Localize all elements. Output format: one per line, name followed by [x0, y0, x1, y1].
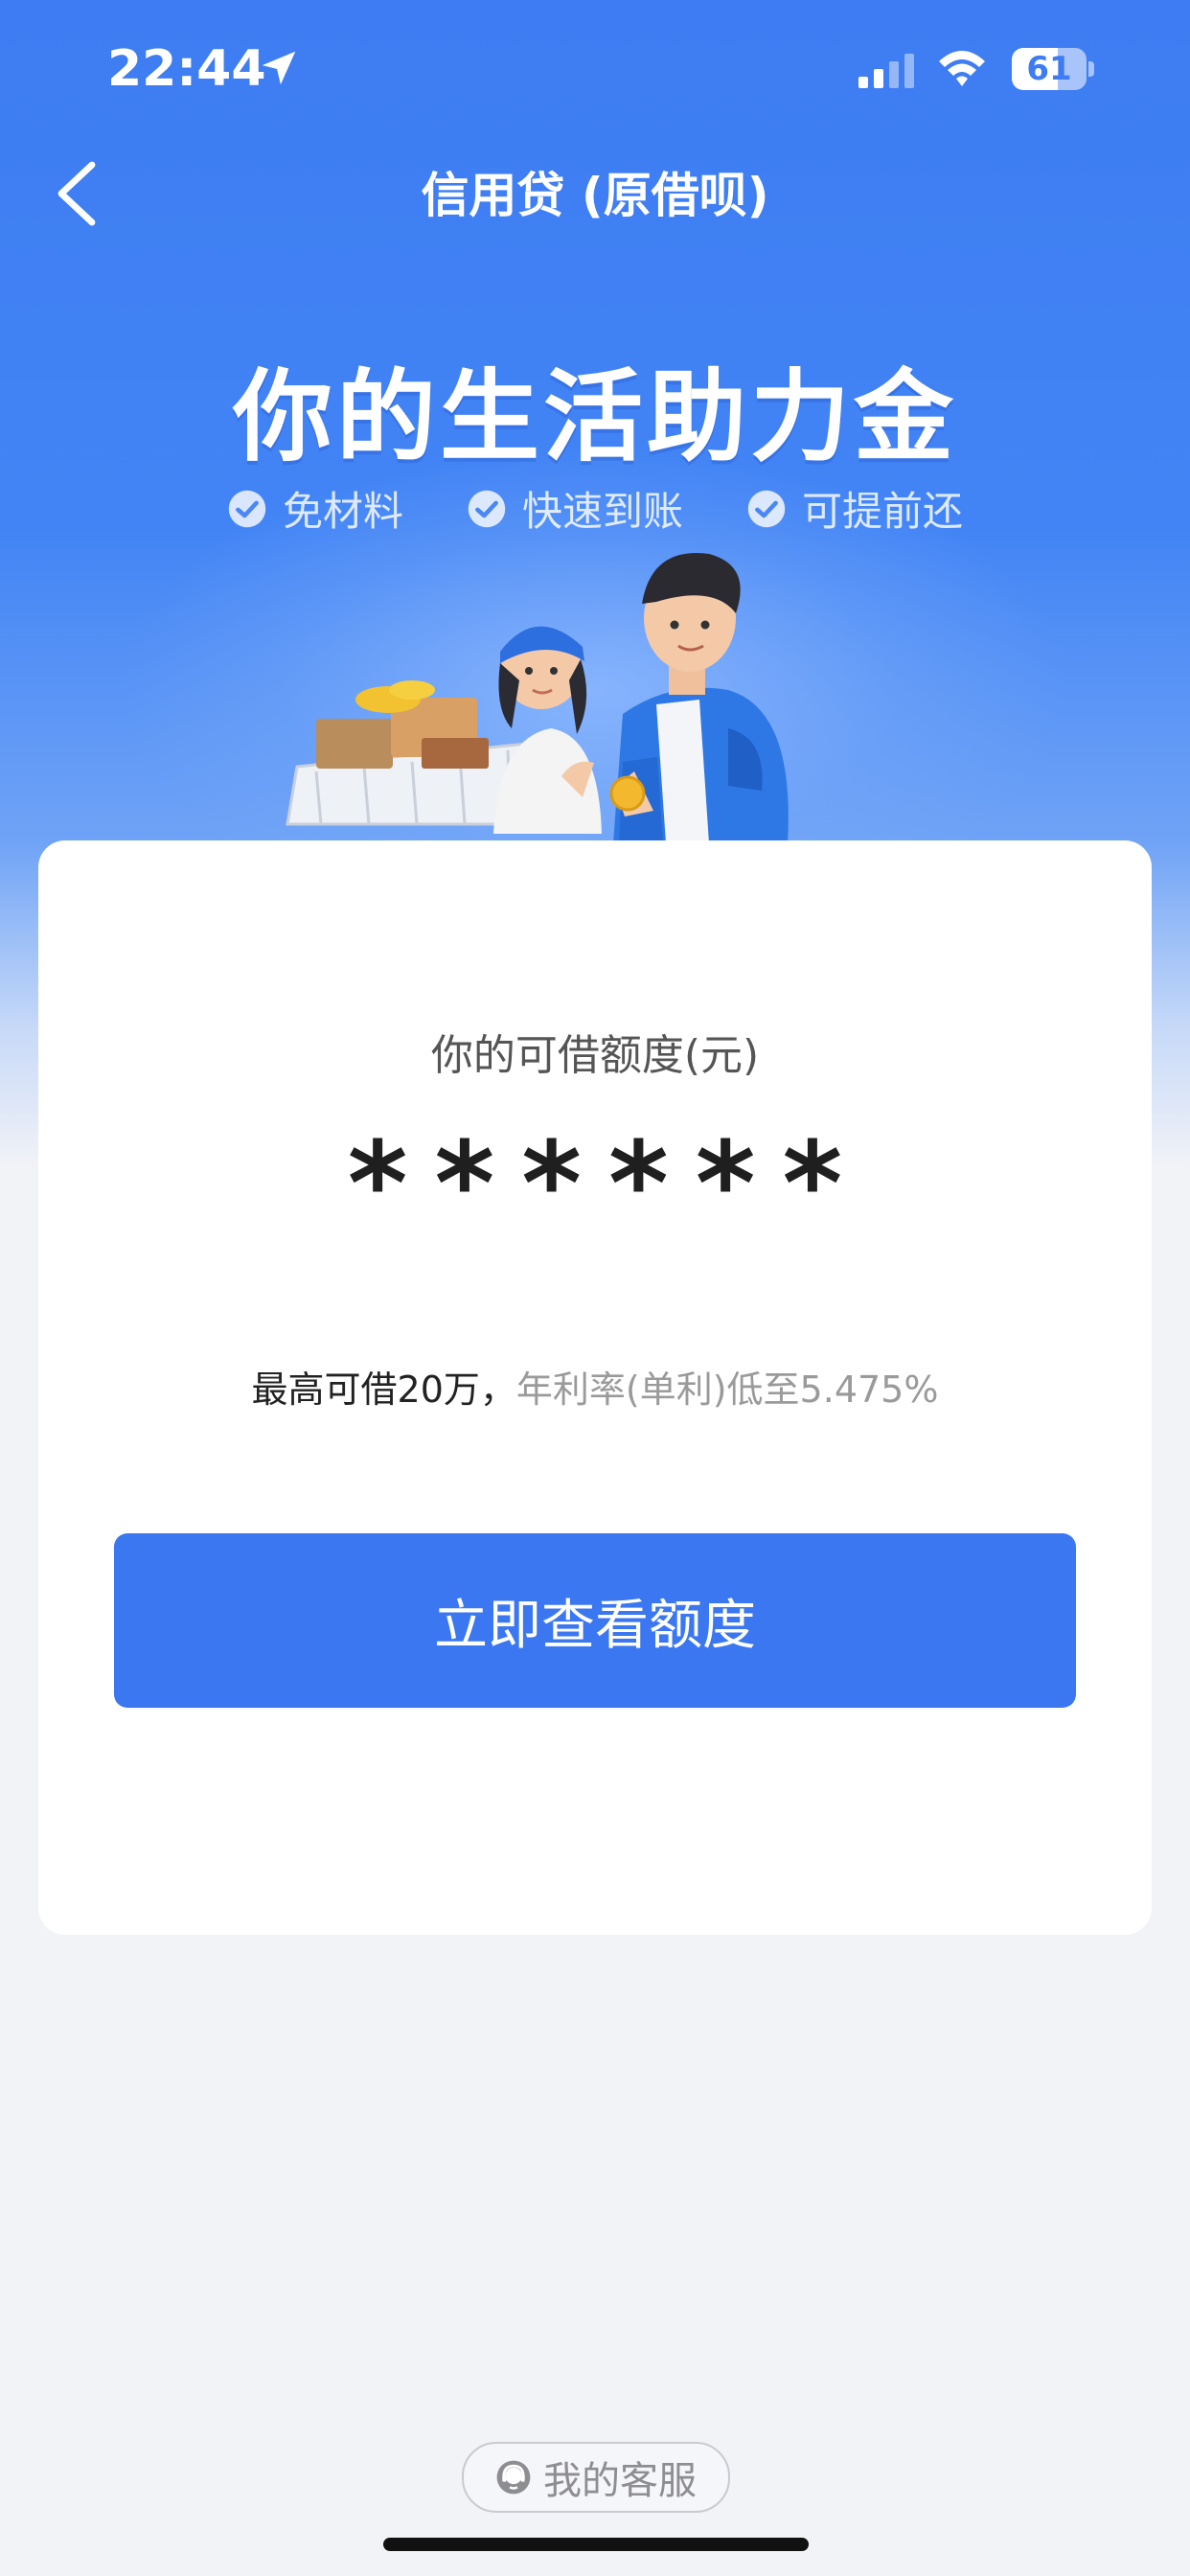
- feature-list: 免材料 快速到账 可提前还: [0, 479, 1190, 538]
- hero-illustration: [286, 553, 789, 843]
- customer-service-icon: [496, 2460, 531, 2495]
- feature-item: 可提前还: [746, 479, 963, 538]
- check-circle-icon: [228, 490, 266, 527]
- masked-digit: *: [608, 1118, 669, 1252]
- interest-rate-text: 年利率(单利)低至5.475%: [515, 1368, 939, 1411]
- man-illustration: [609, 553, 789, 843]
- home-indicator: [383, 2538, 809, 2551]
- masked-digit: *: [347, 1118, 408, 1252]
- feature-label: 可提前还: [802, 488, 964, 535]
- page-title: 信用贷 (原借呗): [421, 168, 769, 223]
- woman-illustration: [493, 626, 602, 834]
- feature-item: 快速到账: [467, 479, 683, 538]
- masked-digit: *: [434, 1118, 495, 1252]
- masked-digit: *: [782, 1118, 843, 1252]
- wifi-icon: [939, 51, 985, 86]
- signal-icon: [858, 54, 914, 88]
- customer-service-label: 我的客服: [543, 2459, 697, 2503]
- credit-limit-card: 你的可借额度(元) * * * * * * 最高可借20万，年利率(单利)低至5…: [38, 840, 1152, 1935]
- battery-level: 61: [1026, 50, 1072, 88]
- masked-digit: *: [521, 1118, 582, 1252]
- masked-digit: *: [695, 1118, 756, 1252]
- battery-indicator: 61: [1012, 48, 1094, 90]
- max-loan-text: 最高可借20万，: [251, 1368, 516, 1411]
- view-limit-button[interactable]: 立即查看额度: [114, 1533, 1076, 1708]
- hero-title: 你的生活助力金: [232, 358, 957, 475]
- feature-item: 免材料: [227, 479, 403, 538]
- loan-info: 最高可借20万，年利率(单利)低至5.475%: [38, 1360, 1152, 1413]
- limit-label: 你的可借额度(元): [430, 1031, 760, 1080]
- battery-nub: [1088, 61, 1094, 77]
- check-circle-icon: [468, 490, 506, 527]
- check-circle-icon: [747, 490, 786, 527]
- feature-label: 免材料: [282, 488, 403, 535]
- feature-label: 快速到账: [521, 488, 683, 535]
- masked-amount: * * * * * *: [38, 1128, 1152, 1243]
- status-time: 22:44: [107, 40, 266, 98]
- location-arrow-icon: [262, 51, 296, 85]
- customer-service-button[interactable]: 我的客服: [462, 2442, 730, 2513]
